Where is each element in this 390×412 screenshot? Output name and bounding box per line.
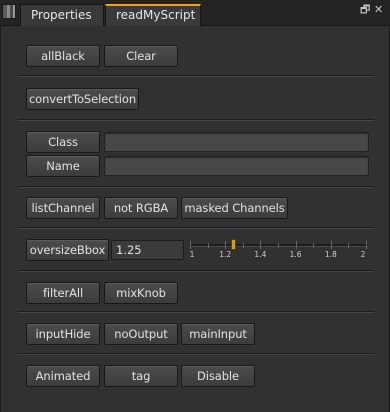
tab-bar: Properties readMyScript 🗗 ✕ <box>0 0 390 26</box>
slider-tick <box>190 241 191 249</box>
not-rgba-button[interactable]: not RGBA <box>104 197 178 219</box>
maininput-button[interactable]: mainInput <box>181 323 255 345</box>
convert-to-selection-button[interactable]: convertToSelection <box>26 88 139 110</box>
name-field[interactable] <box>104 156 369 176</box>
disable-button[interactable]: Disable <box>181 365 255 387</box>
inputhide-button[interactable]: inputHide <box>26 323 100 345</box>
slider-track[interactable] <box>190 244 368 247</box>
slider-tick <box>366 241 367 249</box>
filterall-button[interactable]: filterAll <box>26 282 100 304</box>
oversize-slider[interactable]: 1 1.2 1.4 1.6 1.8 2 <box>188 238 370 262</box>
oversizebbox-button[interactable]: oversizeBbox <box>26 239 109 261</box>
animated-button[interactable]: Animated <box>26 365 100 387</box>
divider <box>18 270 374 272</box>
slider-tick <box>313 243 315 248</box>
panel-grip-icon[interactable] <box>2 4 16 19</box>
name-button[interactable]: Name <box>26 155 100 177</box>
divider <box>18 186 374 188</box>
mixknob-button[interactable]: mixKnob <box>104 282 178 304</box>
oversize-value-input[interactable]: 1.25 <box>111 240 184 260</box>
slider-tick <box>207 243 209 248</box>
float-panel-icon[interactable]: 🗗 <box>360 3 370 17</box>
nooutput-button[interactable]: noOutput <box>104 323 178 345</box>
slider-tick <box>278 243 279 248</box>
tab-properties[interactable]: Properties <box>20 4 104 26</box>
slider-tick-label: 1 <box>189 250 195 259</box>
slider-tick <box>260 241 262 249</box>
divider <box>18 353 374 355</box>
tab-readmyscript[interactable]: readMyScript <box>105 4 201 26</box>
slider-handle[interactable] <box>231 239 236 250</box>
slider-tick-label: 1.8 <box>324 250 337 259</box>
divider <box>18 75 374 77</box>
slider-tick <box>242 243 244 248</box>
close-panel-icon[interactable]: ✕ <box>374 3 383 17</box>
slider-tick <box>330 241 332 249</box>
slider-tick-label: 1.2 <box>219 250 232 259</box>
slider-tick-label: 2 <box>360 250 366 259</box>
class-button[interactable]: Class <box>26 131 100 153</box>
masked-channels-button[interactable]: masked Channels <box>181 197 288 219</box>
slider-tick <box>348 243 350 248</box>
slider-tick <box>295 241 297 249</box>
slider-tick-label: 1.4 <box>254 250 267 259</box>
divider <box>18 119 374 121</box>
clear-button[interactable]: Clear <box>104 45 178 67</box>
divider <box>18 227 374 229</box>
slider-tick <box>225 241 227 249</box>
divider <box>18 311 374 313</box>
allblack-button[interactable]: allBlack <box>26 45 100 67</box>
tag-button[interactable]: tag <box>104 365 178 387</box>
slider-tick-label: 1.6 <box>289 250 302 259</box>
listchannel-button[interactable]: listChannel <box>26 197 100 219</box>
class-field[interactable] <box>104 132 369 152</box>
